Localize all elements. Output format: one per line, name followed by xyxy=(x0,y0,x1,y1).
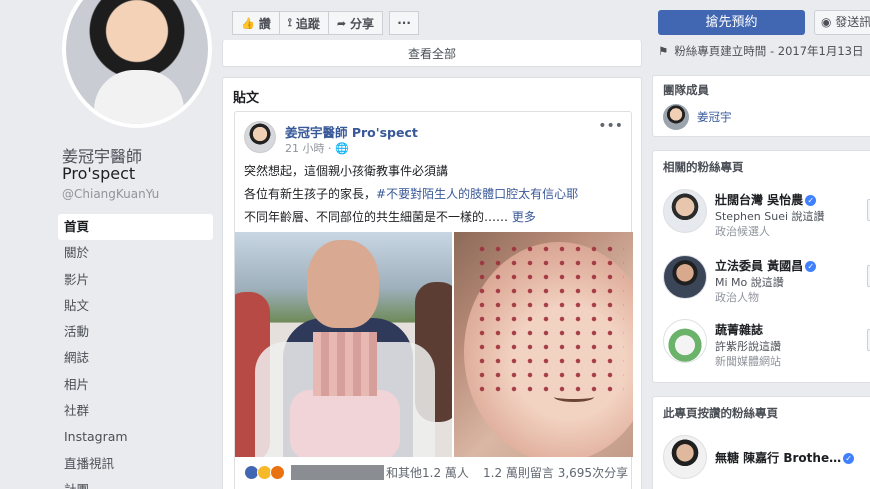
post-text-line3: 不同年齡層、不同部位的共生細菌是不一樣的…… 更多 xyxy=(244,208,536,225)
comments-shares-count[interactable]: 1.2 萬則留言 3,695次分享 xyxy=(483,464,628,481)
team-member-avatar[interactable] xyxy=(663,104,689,130)
liked-page-item[interactable]: 無糖 陳嘉行 Brothe… ✓ xyxy=(663,435,870,483)
share-label: 分享 xyxy=(350,16,375,31)
verified-badge-icon: ✓ xyxy=(843,453,855,464)
page-founded-info: ⚑ 粉絲專頁建立時間 - 2017年1月13日 xyxy=(658,43,864,59)
verified-badge-icon: ✓ xyxy=(805,261,817,272)
share-button[interactable]: ➦ 分享 xyxy=(328,11,384,35)
more-options-button[interactable]: ··· xyxy=(389,11,420,35)
post-photo-right[interactable] xyxy=(454,232,633,457)
about-card-bottom: 查看全部 xyxy=(222,40,642,67)
post-options-icon[interactable]: ••• xyxy=(598,118,623,134)
related-page-name[interactable]: 壯闊台灣 吳怡農 ✓ xyxy=(715,191,817,208)
follow-button[interactable]: ⟟ 追蹤 xyxy=(279,11,329,35)
see-more-link[interactable]: 更多 xyxy=(512,210,536,224)
nav-item-notes[interactable]: 網誌 xyxy=(58,345,213,371)
nav-item-community[interactable]: 社群 xyxy=(58,398,213,424)
nav-item-photos[interactable]: 相片 xyxy=(58,372,213,398)
post-text-line2-prefix: 各位有新生孩子的家長， xyxy=(244,187,377,201)
team-member-name[interactable]: 姜冠宇 xyxy=(697,109,732,125)
liked-page-name[interactable]: 無糖 陳嘉行 Brothe… ✓ xyxy=(715,449,855,466)
liked-page-avatar[interactable] xyxy=(663,435,707,479)
posts-section: 貼文 姜冠宇醫師 Pro'spect 21 小時 · 🌐 ••• 突然想起，這個… xyxy=(222,77,642,489)
related-page-liked-by: Mi Mo 說這讚 xyxy=(715,276,784,289)
post-hashtag[interactable]: #不要對陌生人的肢體口腔太有信心耶 xyxy=(376,187,578,201)
redacted-name xyxy=(291,465,384,480)
liked-page-name-text: 無糖 陳嘉行 Brothe… xyxy=(715,451,842,465)
posts-section-title: 貼文 xyxy=(233,91,260,106)
related-page-avatar[interactable] xyxy=(663,319,707,363)
like-button[interactable]: 👍 讚 xyxy=(232,11,280,35)
related-page-liked-by: Stephen Suei 說這讚 xyxy=(715,210,825,223)
related-page-avatar[interactable] xyxy=(663,255,707,299)
reactions-count: 和其他1.2 萬人 xyxy=(386,466,469,480)
related-page-name[interactable]: 立法委員 黃國昌 ✓ xyxy=(715,257,817,274)
founded-text: 粉絲專頁建立時間 - 2017年1月13日 xyxy=(674,44,864,58)
book-now-button[interactable]: 搶先預約 xyxy=(658,10,805,35)
blurred-baby-face xyxy=(313,332,377,396)
related-page-item[interactable]: 立法委員 黃國昌✓ Mi Mo 說這讚 政治人物 ▮ xyxy=(663,255,870,304)
related-page-item[interactable]: 蔬菁雜誌 許紫彤說這讚 新聞媒體網站 ▮ xyxy=(663,319,870,368)
page-name-line2[interactable]: Pro'spect xyxy=(62,164,135,183)
related-page-name[interactable]: 蔬菁雜誌 xyxy=(715,321,763,338)
post-text-line2: 各位有新生孩子的家長，#不要對陌生人的肢體口腔太有信心耶 xyxy=(244,185,578,202)
post-text-line1: 突然想起，這個親小孩衛教事件必須講 xyxy=(244,164,449,178)
nav-item-groups[interactable]: 計團 xyxy=(58,477,213,489)
thumbs-up-icon: 👍 xyxy=(241,16,255,30)
related-page-liked-by: 許紫彤說這讚 xyxy=(715,340,781,353)
related-page-avatar[interactable] xyxy=(663,189,707,233)
nav-item-home[interactable]: 首頁 xyxy=(58,214,213,241)
nav-item-videos[interactable]: 影片 xyxy=(58,267,213,293)
post-text-line3-prefix: 不同年齡層、不同部位的共生細菌是不一樣的…… xyxy=(244,210,512,224)
post-timestamp[interactable]: 21 小時 · 🌐 xyxy=(285,140,349,156)
nav-item-posts[interactable]: 貼文 xyxy=(58,293,213,319)
page-handle[interactable]: @ChiangKuanYu xyxy=(62,187,159,201)
nav-item-live[interactable]: 直播視訊 xyxy=(58,451,213,477)
post-card: 姜冠宇醫師 Pro'spect 21 小時 · 🌐 ••• 突然想起，這個親小孩… xyxy=(234,111,633,489)
related-page-name-text: 立法委員 黃國昌 xyxy=(715,259,804,273)
share-arrow-icon: ➦ xyxy=(336,16,347,30)
follow-label: 追蹤 xyxy=(295,16,320,31)
team-members-title: 團隊成員 xyxy=(663,83,709,97)
nav-item-about[interactable]: 關於 xyxy=(58,240,213,266)
profile-avatar[interactable] xyxy=(62,0,212,128)
flag-icon: ⚑ xyxy=(658,44,669,58)
page-actions: 👍 讚 ⟟ 追蹤 ➦ 分享 ··· xyxy=(232,11,420,35)
nav-item-instagram[interactable]: Instagram xyxy=(58,424,213,450)
rss-icon: ⟟ xyxy=(287,16,292,29)
related-pages-card: 相關的粉絲專頁 壯闊台灣 吳怡農 ✓ Stephen Suei 說這讚 政治候選人… xyxy=(652,150,870,383)
liked-pages-card: 此專頁按讚的粉絲專頁 無糖 陳嘉行 Brothe… ✓ xyxy=(652,396,870,489)
related-pages-title: 相關的粉絲專頁 xyxy=(663,160,744,174)
send-message-label: 發送訊息 xyxy=(835,15,870,29)
related-page-item[interactable]: 壯闊台灣 吳怡農✓ Stephen Suei 說這讚 政治候選人 ▮ xyxy=(663,189,870,238)
liked-pages-title: 此專頁按讚的粉絲專頁 xyxy=(663,406,778,420)
related-page-category: 政治候選人 xyxy=(715,225,770,238)
post-author-name[interactable]: 姜冠宇醫師 Pro'spect xyxy=(285,122,418,141)
post-time-text: 21 小時 · xyxy=(285,142,335,155)
like-label: 讚 xyxy=(258,16,271,31)
related-page-category: 政治人物 xyxy=(715,291,759,304)
angry-reaction-icon xyxy=(270,465,285,480)
see-all-link[interactable]: 查看全部 xyxy=(223,45,641,62)
post-author-avatar[interactable] xyxy=(244,121,276,153)
messenger-icon: ◉ xyxy=(821,15,836,29)
globe-icon: 🌐 xyxy=(334,142,349,155)
post-photo-left[interactable] xyxy=(235,232,452,457)
team-members-card: 團隊成員 姜冠宇 xyxy=(652,75,870,137)
send-message-button[interactable]: ◉ 發送訊息 xyxy=(814,10,870,35)
related-page-name-text: 壯闊台灣 吳怡農 xyxy=(715,193,804,207)
page-nav: 首頁 關於 影片 貼文 活動 網誌 相片 社群 Instagram 直播視訊 計… xyxy=(58,214,213,489)
verified-badge-icon: ✓ xyxy=(805,195,817,206)
left-column: 姜冠宇醫師 Pro'spect @ChiangKuanYu 首頁 關於 影片 貼… xyxy=(0,0,222,489)
post-reactions[interactable]: 和其他1.2 萬人 xyxy=(244,464,469,481)
nav-item-events[interactable]: 活動 xyxy=(58,319,213,345)
related-page-category: 新聞媒體網站 xyxy=(715,355,781,368)
